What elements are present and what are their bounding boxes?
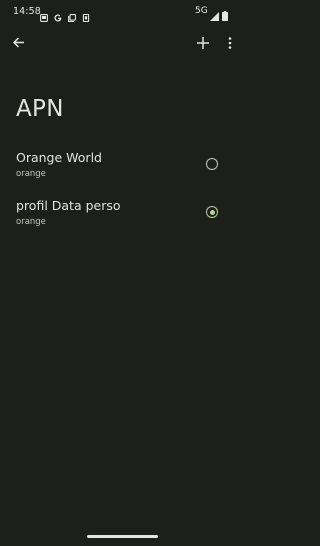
google-icon <box>54 7 62 22</box>
apn-name: profil Data perso <box>16 198 121 213</box>
arrow-back-icon <box>12 34 25 53</box>
copy-icon <box>68 7 76 22</box>
apn-subtitle: orange <box>16 169 46 179</box>
add-apn-button[interactable] <box>193 33 213 53</box>
gesture-navigation-handle[interactable] <box>87 535 158 538</box>
page-title: APN <box>16 96 64 122</box>
apn-subtitle: orange <box>16 217 46 227</box>
apn-radio-button[interactable] <box>206 158 218 170</box>
signal-icon <box>210 6 219 21</box>
apn-radio-button[interactable] <box>206 206 218 218</box>
back-button[interactable] <box>8 33 28 53</box>
status-bar: 14:58 5G <box>0 0 245 24</box>
screen-icon <box>40 7 48 22</box>
network-type: 5G <box>195 6 208 16</box>
status-time: 14:58 <box>13 6 41 17</box>
add-icon <box>197 34 209 53</box>
apn-item-orange-world[interactable]: Orange World orange <box>0 142 245 190</box>
apn-item-profil-data-perso[interactable]: profil Data perso orange <box>0 190 245 238</box>
battery-icon <box>222 6 228 21</box>
more-options-button[interactable] <box>221 33 239 53</box>
apn-name: Orange World <box>16 150 102 165</box>
more-vert-icon <box>228 34 232 53</box>
sim-icon <box>82 7 90 23</box>
apn-screen: 14:58 5G APN Orange World orange profil … <box>0 0 245 546</box>
